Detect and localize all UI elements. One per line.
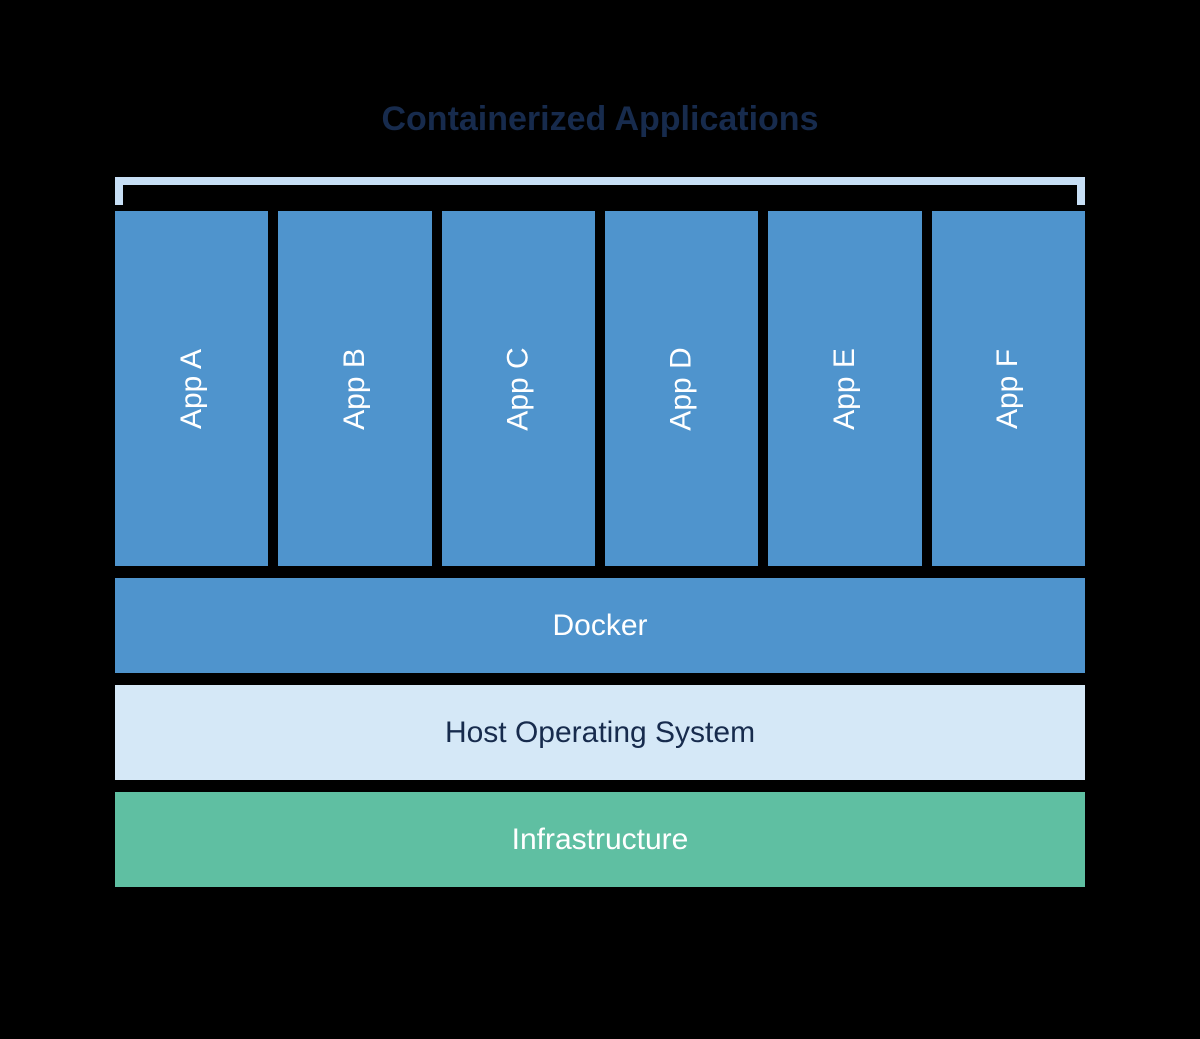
infrastructure-layer: Infrastructure [115, 792, 1085, 887]
apps-row: App A App B App C App D App E App F [115, 211, 1085, 566]
app-box-b: App B [278, 211, 431, 566]
app-label: App E [828, 348, 862, 430]
app-label: App F [991, 348, 1025, 428]
app-label: App C [501, 347, 535, 430]
app-label: App D [665, 347, 699, 430]
app-box-e: App E [768, 211, 921, 566]
diagram-title: Containerized Applications [115, 100, 1085, 139]
app-box-a: App A [115, 211, 268, 566]
host-os-layer: Host Operating System [115, 685, 1085, 780]
app-box-c: App C [442, 211, 595, 566]
container-architecture-diagram: Containerized Applications App A App B A… [115, 100, 1085, 887]
docker-layer: Docker [115, 578, 1085, 673]
app-box-f: App F [932, 211, 1085, 566]
app-box-d: App D [605, 211, 758, 566]
app-label: App A [175, 348, 209, 428]
app-label: App B [338, 348, 372, 430]
apps-bracket [115, 177, 1085, 205]
